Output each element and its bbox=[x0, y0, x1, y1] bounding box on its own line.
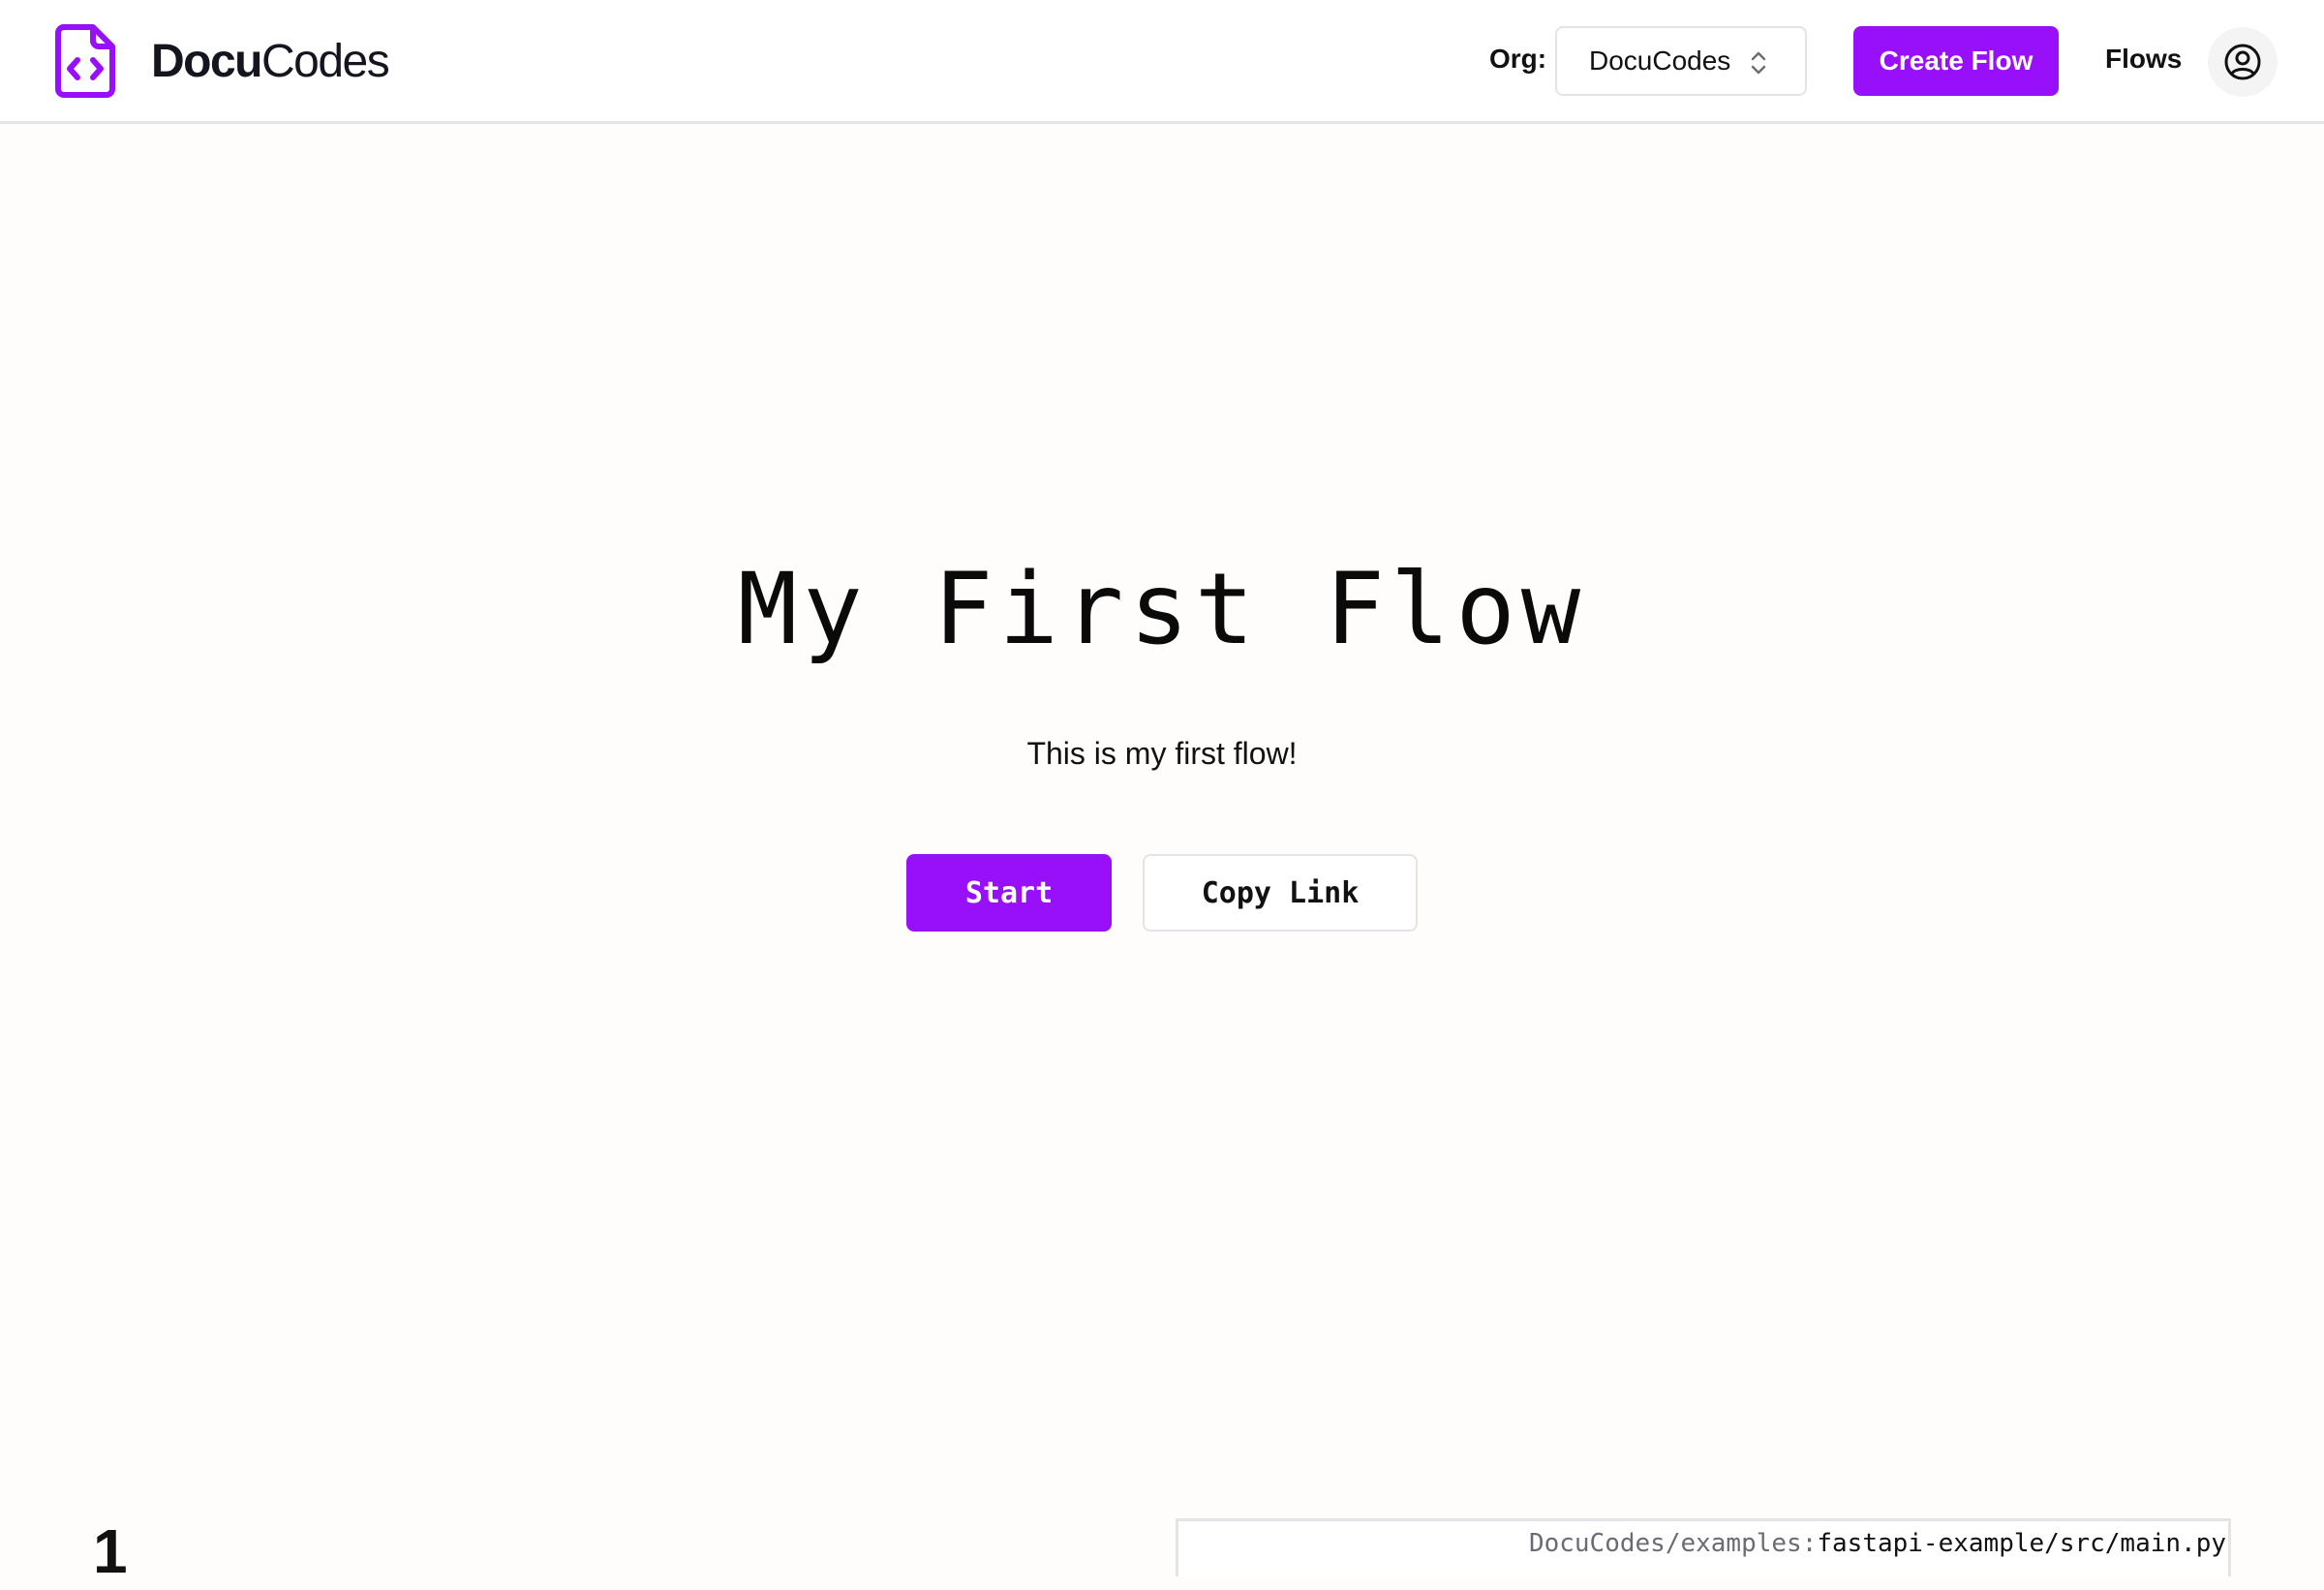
user-menu-button[interactable] bbox=[2208, 27, 2278, 97]
flow-title: My First Flow bbox=[737, 552, 1587, 667]
code-panel: DocuCodes/examples:fastapi-example/src/m… bbox=[1176, 1518, 2231, 1576]
code-repo: DocuCodes/examples: bbox=[1528, 1529, 1818, 1558]
create-flow-button[interactable]: Create Flow bbox=[1853, 26, 2059, 96]
brand-name: DocuCodes bbox=[151, 35, 390, 87]
code-file-path: DocuCodes/examples:fastapi-example/src/m… bbox=[1529, 1529, 2226, 1558]
user-circle-icon bbox=[2224, 44, 2261, 80]
org-select-value: DocuCodes bbox=[1589, 46, 1731, 76]
chevron-up-down-icon bbox=[1751, 51, 1766, 75]
flow-description: This is my first flow! bbox=[1026, 736, 1298, 771]
copy-link-button[interactable]: Copy Link bbox=[1143, 854, 1418, 932]
start-button[interactable]: Start bbox=[906, 854, 1112, 932]
code-file[interactable]: fastapi-example/src/main.py bbox=[1817, 1529, 2226, 1558]
file-code-icon bbox=[55, 24, 115, 98]
step-number: 1 bbox=[93, 1516, 128, 1586]
org-label: Org: bbox=[1489, 44, 1547, 74]
flows-link[interactable]: Flows bbox=[2105, 44, 2182, 75]
brand-logo[interactable]: DocuCodes bbox=[54, 23, 390, 99]
org-select[interactable]: DocuCodes bbox=[1555, 26, 1807, 96]
top-navbar: DocuCodes Org: DocuCodes Create Flow Flo… bbox=[0, 0, 2324, 124]
